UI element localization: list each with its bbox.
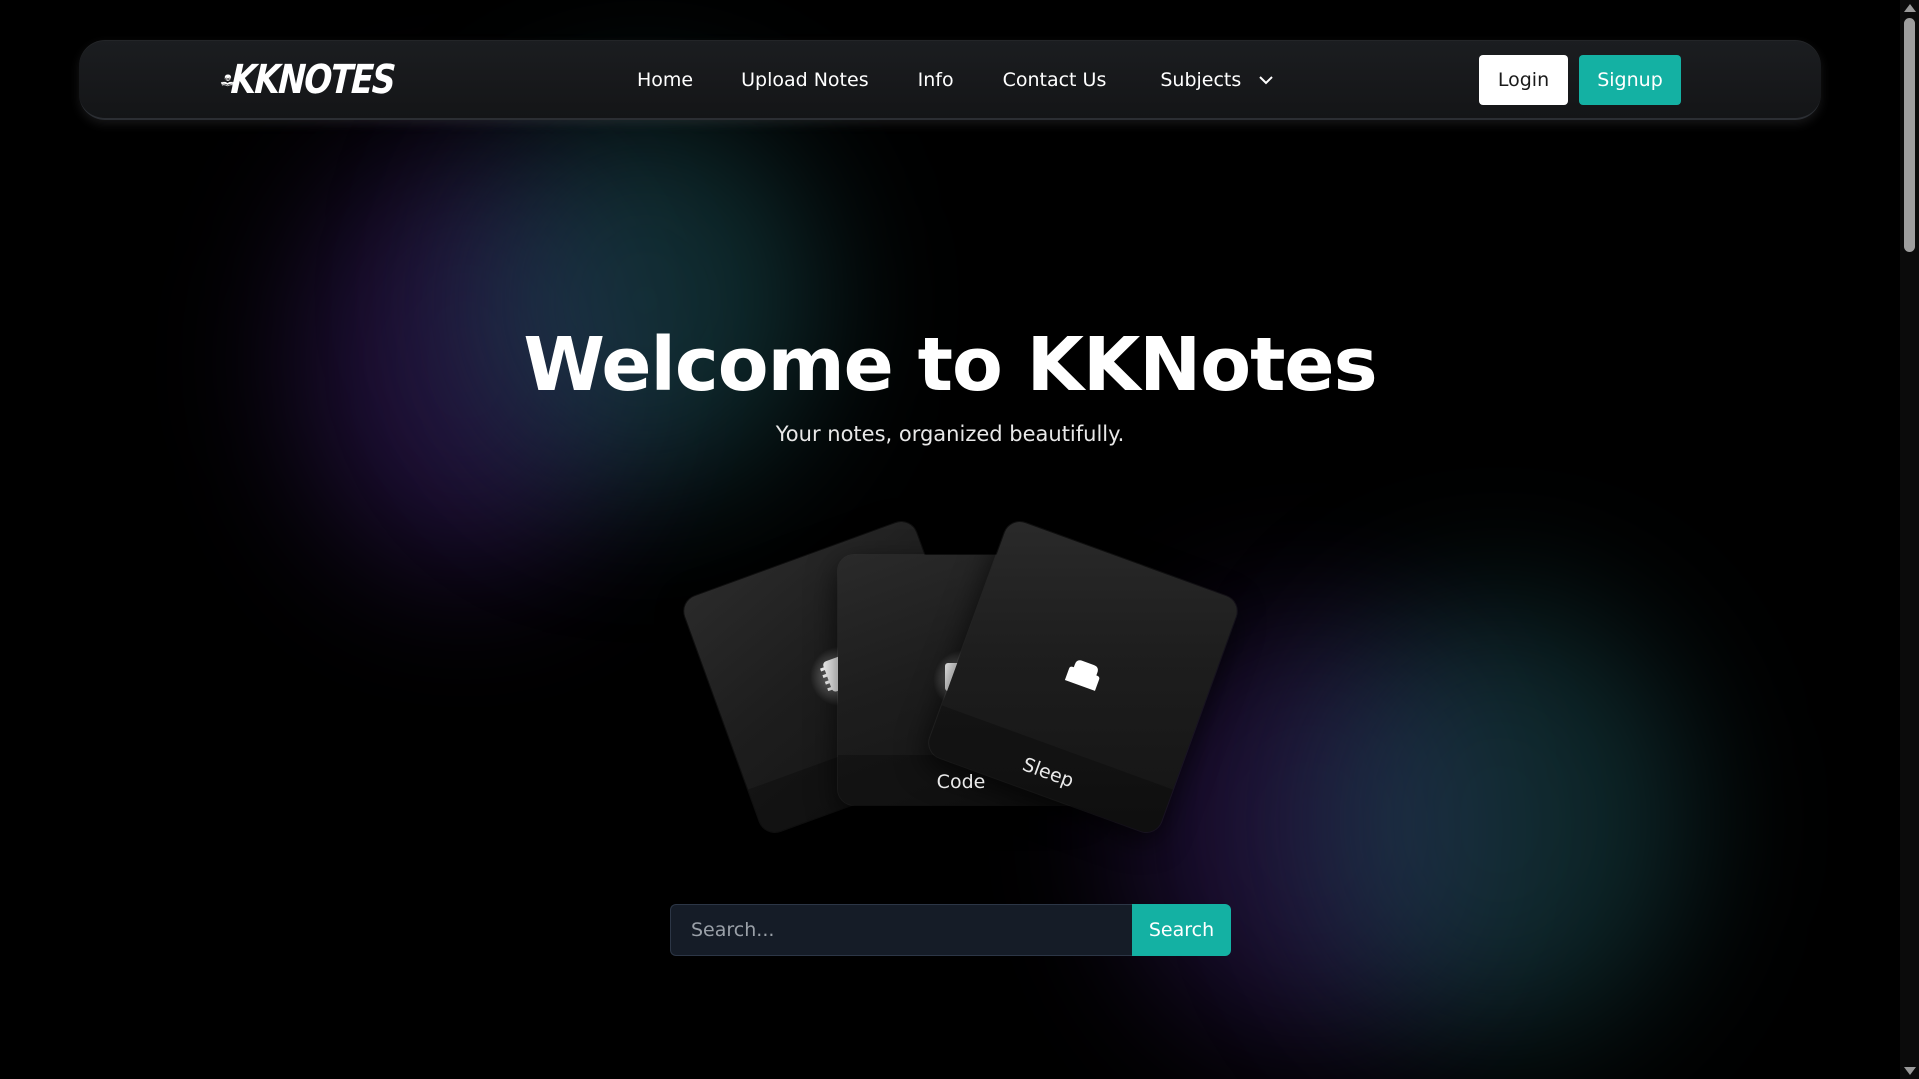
nav-contact-us[interactable]: Contact Us (1003, 69, 1107, 91)
scroll-up-arrow-icon[interactable] (1904, 4, 1916, 12)
nav-links: Home Upload Notes Info Contact Us Subjec… (637, 40, 1274, 120)
card-label: Code (936, 771, 986, 793)
page: KKNOTES Home Upload Notes Info Contact U… (0, 0, 1919, 1079)
scrollbar-thumb[interactable] (1904, 18, 1915, 252)
search-button[interactable]: Search (1132, 904, 1231, 956)
scrollbar[interactable] (1900, 0, 1919, 1079)
hero-subtitle: Your notes, organized beautifully. (775, 422, 1125, 446)
search-bar: Search (670, 904, 1231, 956)
nav-info[interactable]: Info (918, 69, 954, 91)
nav-upload-notes[interactable]: Upload Notes (741, 69, 869, 91)
bed-icon (1064, 660, 1100, 691)
nav-subjects-label: Subjects (1160, 69, 1242, 91)
signup-button[interactable]: Signup (1579, 55, 1681, 105)
background-glow (1310, 600, 1690, 1040)
logo-text: KKNOTES (229, 57, 396, 103)
navbar: KKNOTES Home Upload Notes Info Contact U… (79, 40, 1821, 120)
chevron-down-icon (1259, 76, 1274, 85)
nav-subjects-dropdown[interactable]: Subjects (1160, 69, 1274, 91)
scroll-down-arrow-icon[interactable] (1904, 1067, 1916, 1075)
login-button[interactable]: Login (1479, 55, 1568, 105)
search-input[interactable] (670, 904, 1132, 956)
nav-home[interactable]: Home (637, 69, 693, 91)
hero-title: Welcome to KKNotes (523, 322, 1377, 408)
logo[interactable]: KKNOTES (220, 50, 430, 110)
